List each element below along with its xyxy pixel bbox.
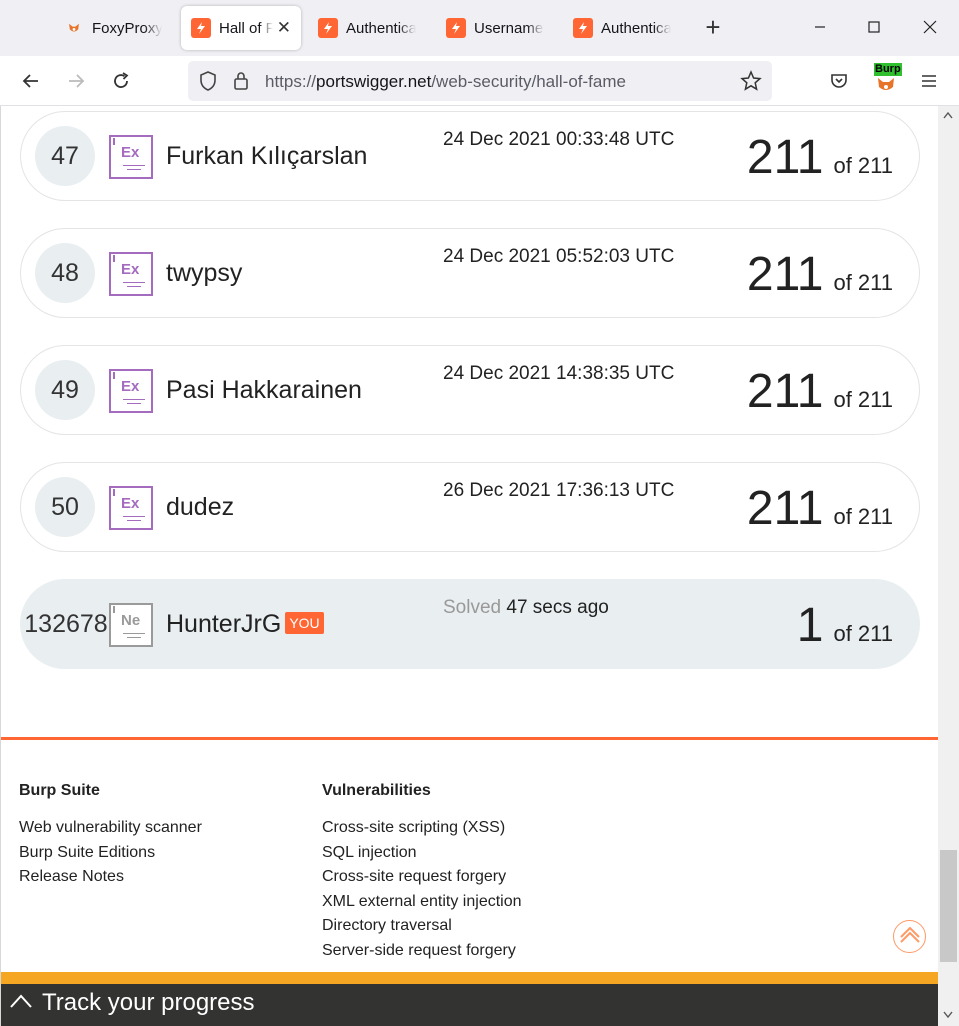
scroll-down-arrow-icon[interactable] xyxy=(943,1010,953,1022)
tab-strip: FoxyProxy Options Hall of Fame ✕ Authent… xyxy=(0,0,959,56)
footer-link-sql-injection[interactable]: SQL injection xyxy=(322,841,522,866)
shield-icon[interactable] xyxy=(198,70,218,97)
track-progress-label: Track your progress xyxy=(42,989,255,1016)
close-tab-icon[interactable]: ✕ xyxy=(277,18,291,38)
expert-badge: Ex xyxy=(109,135,153,179)
scroll-up-arrow-icon[interactable] xyxy=(943,110,953,122)
you-badge: YOU xyxy=(285,612,324,634)
burp-extension-icon[interactable]: Burp xyxy=(870,62,902,98)
portswigger-favicon xyxy=(191,18,211,38)
leaderboard-row: 47 Ex Furkan Kılıçarslan 24 Dec 2021 00:… xyxy=(20,111,920,201)
page-content: 47 Ex Furkan Kılıçarslan 24 Dec 2021 00:… xyxy=(0,106,938,1026)
completion-time: 24 Dec 2021 00:33:48 UTC xyxy=(443,129,675,150)
username: twypsy xyxy=(166,259,243,287)
tab-foxyproxy[interactable]: FoxyProxy Options xyxy=(54,6,172,50)
expert-badge: Ex xyxy=(109,369,153,413)
footer-link-release-notes[interactable]: Release Notes xyxy=(19,865,202,890)
lock-icon[interactable] xyxy=(232,70,250,97)
rank-number: 132678 xyxy=(24,610,108,638)
minimize-icon[interactable] xyxy=(805,12,835,42)
foxyproxy-icon xyxy=(64,18,84,38)
labs-solved: 211 of 211 xyxy=(746,248,893,301)
completion-time: 24 Dec 2021 05:52:03 UTC xyxy=(443,246,675,267)
footer-column-vulnerabilities: Vulnerabilities Cross-site scripting (XS… xyxy=(322,782,522,963)
footer-column-burp-suite: Burp Suite Web vulnerability scanner Bur… xyxy=(19,782,202,890)
leaderboard-row: 48 Ex twypsy 24 Dec 2021 05:52:03 UTC 21… xyxy=(20,228,920,318)
current-user-row: 132678 Ne HunterJrG YOU Solved 47 secs ag… xyxy=(20,579,920,669)
footer-link-xxe[interactable]: XML external entity injection xyxy=(322,890,522,915)
navigation-toolbar: https://portswigger.net/web-security/hal… xyxy=(0,56,959,106)
footer-link-xss[interactable]: Cross-site scripting (XSS) xyxy=(322,816,522,841)
leaderboard-row: 49 Ex Pasi Hakkarainen 24 Dec 2021 14:38… xyxy=(20,345,920,435)
maximize-icon[interactable] xyxy=(859,12,889,42)
back-arrow-icon[interactable] xyxy=(16,66,46,96)
reload-icon[interactable] xyxy=(106,66,136,96)
footer-heading: Burp Suite xyxy=(19,782,100,799)
track-progress-bar[interactable]: Track your progress xyxy=(1,972,938,1026)
pocket-icon[interactable] xyxy=(824,66,854,96)
address-bar[interactable]: https://portswigger.net/web-security/hal… xyxy=(188,61,772,101)
close-window-icon[interactable] xyxy=(915,12,945,42)
labs-solved: 211 of 211 xyxy=(746,131,893,184)
menu-hamburger-icon[interactable] xyxy=(914,66,944,96)
chevron-up-icon xyxy=(9,992,33,1015)
footer-link-web-vulnerability-scanner[interactable]: Web vulnerability scanner xyxy=(19,816,202,841)
leaderboard-row: 50 Ex dudez 26 Dec 2021 17:36:13 UTC 211… xyxy=(20,462,920,552)
labs-solved: 1 of 211 xyxy=(796,599,893,652)
new-tab-button[interactable]: + xyxy=(700,14,726,42)
tab-username-enumeration[interactable]: Username enumeration xyxy=(436,6,554,50)
username: HunterJrG YOU xyxy=(166,610,324,639)
tab-authentication-1[interactable]: Authentication xyxy=(308,6,426,50)
tab-hall-of-fame[interactable]: Hall of Fame ✕ xyxy=(181,6,301,50)
footer-link-csrf[interactable]: Cross-site request forgery xyxy=(322,865,522,890)
username: dudez xyxy=(166,493,235,521)
completion-time: Solved 47 secs ago xyxy=(443,597,609,618)
bookmark-star-icon[interactable] xyxy=(740,70,762,97)
rank-number: 50 xyxy=(35,477,95,537)
scrollbar-thumb[interactable] xyxy=(940,850,957,962)
forward-arrow-icon[interactable] xyxy=(61,66,91,96)
tab-authentication-2[interactable]: Authentication xyxy=(563,6,681,50)
portswigger-favicon xyxy=(446,18,466,38)
chevron-up-icon xyxy=(897,921,923,952)
portswigger-favicon xyxy=(318,18,338,38)
footer-link-ssrf[interactable]: Server-side request forgery xyxy=(322,939,522,964)
footer-heading: Vulnerabilities xyxy=(322,782,431,799)
username: Furkan Kılıçarslan xyxy=(166,142,368,170)
expert-badge: Ex xyxy=(109,252,153,296)
newcomer-badge: Ne xyxy=(109,603,153,647)
scroll-to-top-button[interactable] xyxy=(893,920,926,953)
completion-time: 26 Dec 2021 17:36:13 UTC xyxy=(443,480,675,501)
expert-badge: Ex xyxy=(109,486,153,530)
username: Pasi Hakkarainen xyxy=(166,376,362,404)
footer-link-burp-suite-editions[interactable]: Burp Suite Editions xyxy=(19,841,202,866)
labs-solved: 211 of 211 xyxy=(746,365,893,418)
labs-solved: 211 of 211 xyxy=(746,482,893,535)
completion-time: 24 Dec 2021 14:38:35 UTC xyxy=(443,363,675,384)
rank-number: 48 xyxy=(35,243,95,303)
rank-number: 49 xyxy=(35,360,95,420)
portswigger-favicon xyxy=(573,18,593,38)
vertical-scrollbar[interactable] xyxy=(938,106,959,1026)
rank-number: 47 xyxy=(35,126,95,186)
footer-divider xyxy=(1,737,938,740)
url-text[interactable]: https://portswigger.net/web-security/hal… xyxy=(265,72,626,92)
footer-link-directory-traversal[interactable]: Directory traversal xyxy=(322,914,522,939)
